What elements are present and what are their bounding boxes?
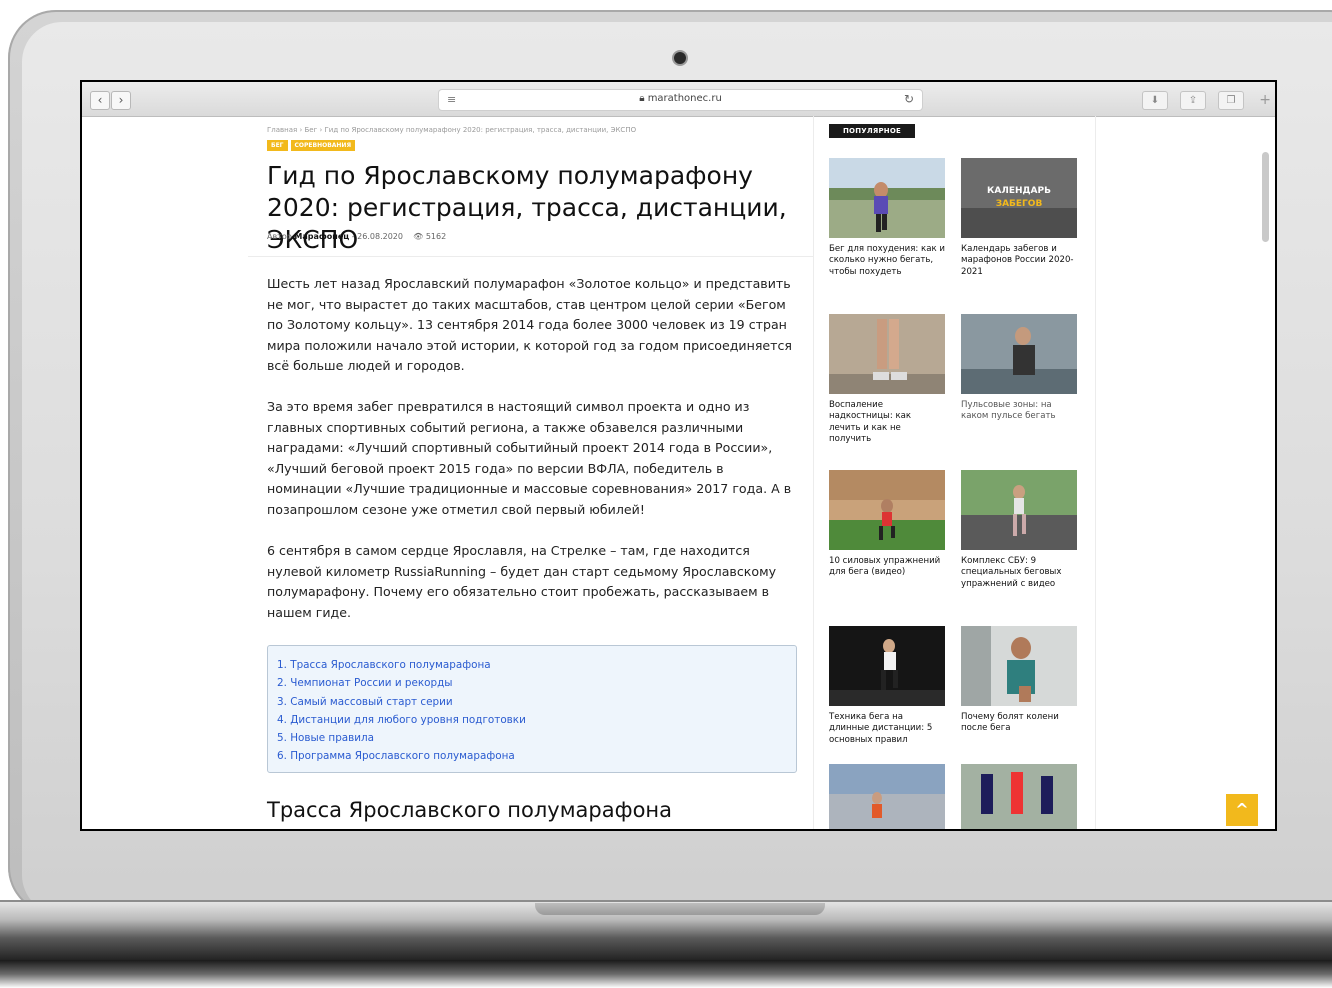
screen: ‹ › ≡ 🔒︎ marathonec.ru ↻ ⬇ ⇪ ❐ + Главная… — [80, 80, 1277, 831]
popular-card[interactable]: КАЛЕНДАРЬ ЗАБЕГОВ Календарь забегов и мар… — [961, 158, 1077, 278]
browser-viewport: ‹ › ≡ 🔒︎ marathonec.ru ↻ ⬇ ⇪ ❐ + Главная… — [82, 82, 1275, 829]
card-image — [961, 314, 1077, 394]
tabs-icon[interactable]: ❐ — [1218, 91, 1244, 110]
popular-card[interactable]: Техника бега на длинные дистанции: 5 осн… — [829, 626, 945, 746]
laptop-base-shadow — [0, 960, 1332, 988]
popular-card[interactable]: 10 силовых упражнений для бега (видео) — [829, 470, 945, 579]
card-image — [829, 764, 945, 829]
card-caption: Пульсовые зоны: на каком пульсе бегать — [961, 400, 1056, 422]
eye-icon: 👁︎ — [413, 232, 424, 241]
toc-item[interactable]: 1. Трасса Ярославского полумарафона — [277, 656, 796, 674]
author-link[interactable]: Марафонец — [294, 232, 349, 241]
card-caption: Воспаление надкостницы: как лечить и как… — [829, 400, 912, 445]
card-caption: Календарь забегов и марафонов России 202… — [961, 244, 1074, 277]
tag-list: БЕГ СОРЕВНОВАНИЯ — [267, 140, 356, 151]
card-image — [961, 626, 1077, 706]
card-image — [961, 764, 1077, 829]
popular-card[interactable]: Воспаление надкостницы: как лечить и как… — [829, 314, 945, 446]
share-icon[interactable]: ⇪ — [1180, 91, 1206, 110]
popular-card[interactable] — [829, 764, 945, 829]
paragraph-2: За это время забег превратился в настоящ… — [267, 399, 792, 517]
card-image — [961, 470, 1077, 550]
breadcrumb[interactable]: Главная › Бег › Гид по Ярославскому полу… — [267, 126, 636, 134]
card-caption: Техника бега на длинные дистанции: 5 осн… — [829, 712, 933, 745]
toc-item[interactable]: 6. Программа Ярославского полумарафона — [277, 747, 796, 765]
camera-icon — [674, 52, 686, 64]
toc-item[interactable]: 4. Дистанции для любого уровня подготовк… — [277, 711, 796, 729]
new-tab-icon[interactable]: + — [1259, 92, 1271, 108]
card-image — [829, 626, 945, 706]
page-title: Гид по Ярославскому полумарафону 2020: р… — [267, 161, 787, 254]
scroll-top-button[interactable]: ^ — [1226, 794, 1258, 826]
address-bar[interactable]: ≡ 🔒︎ marathonec.ru ↻ — [438, 89, 923, 111]
page-scrollbar[interactable] — [1262, 152, 1269, 242]
laptop-notch — [535, 903, 825, 915]
toc-item[interactable]: 3. Самый массовый старт серии — [277, 693, 796, 711]
reload-icon[interactable]: ↻ — [904, 92, 914, 106]
card-caption: 10 силовых упражнений для бега (видео) — [829, 556, 941, 578]
download-icon[interactable]: ⬇ — [1142, 91, 1168, 110]
popular-card[interactable]: Пульсовые зоны: на каком пульсе бегать — [961, 314, 1077, 423]
popular-card[interactable]: Бег для похудения: как и сколько нужно б… — [829, 158, 945, 278]
paragraph-1: Шесть лет назад Ярославский полумарафон … — [267, 276, 793, 374]
browser-toolbar: ‹ › ≡ 🔒︎ marathonec.ru ↻ ⬇ ⇪ ❐ + — [82, 82, 1275, 117]
tag-run[interactable]: БЕГ — [267, 140, 288, 151]
publish-date: - 26.08.2020 — [349, 232, 403, 241]
calendar-overlay-line2: ЗАБЕГОВ — [996, 199, 1043, 209]
view-count: 5162 — [425, 232, 447, 241]
divider — [248, 256, 813, 257]
url-text: marathonec.ru — [647, 93, 722, 104]
card-image: КАЛЕНДАРЬ ЗАБЕГОВ — [961, 158, 1077, 238]
card-image — [829, 314, 945, 394]
calendar-overlay-line1: КАЛЕНДАРЬ — [987, 186, 1051, 196]
popular-card[interactable]: Комплекс СБУ: 9 специальных беговых упра… — [961, 470, 1077, 590]
sidebar-popular: ПОПУЛЯРНОЕ Бег для похудения: как и скол… — [813, 116, 1096, 829]
popular-heading: ПОПУЛЯРНОЕ — [829, 124, 915, 138]
forward-button[interactable]: › — [111, 91, 131, 110]
article-meta: Автор Марафонец - 26.08.2020 👁︎ 5162 — [267, 232, 446, 241]
card-caption: Комплекс СБУ: 9 специальных беговых упра… — [961, 556, 1062, 589]
tag-competitions[interactable]: СОРЕВНОВАНИЯ — [290, 140, 356, 151]
toc-item[interactable]: 5. Новые правила — [277, 729, 796, 747]
table-of-contents: 1. Трасса Ярославского полумарафона 2. Ч… — [267, 645, 797, 773]
card-caption: Почему болят колени после бега — [961, 712, 1059, 734]
lock-icon: 🔒︎ — [639, 93, 648, 104]
back-button[interactable]: ‹ — [90, 91, 110, 110]
card-image — [829, 158, 945, 238]
popular-card[interactable] — [961, 764, 1077, 829]
paragraph-3: 6 сентября в самом сердце Ярославля, на … — [267, 543, 777, 620]
toc-item[interactable]: 2. Чемпионат России и рекорды — [277, 674, 796, 692]
article: Главная › Бег › Гид по Ярославскому полу… — [248, 116, 814, 829]
card-caption: Бег для похудения: как и сколько нужно б… — [829, 244, 946, 277]
card-image — [829, 470, 945, 550]
popular-card[interactable]: Почему болят колени после бега — [961, 626, 1077, 735]
section-heading: Трасса Ярославского полумарафона — [267, 798, 673, 822]
author-prefix: Автор — [267, 232, 295, 241]
